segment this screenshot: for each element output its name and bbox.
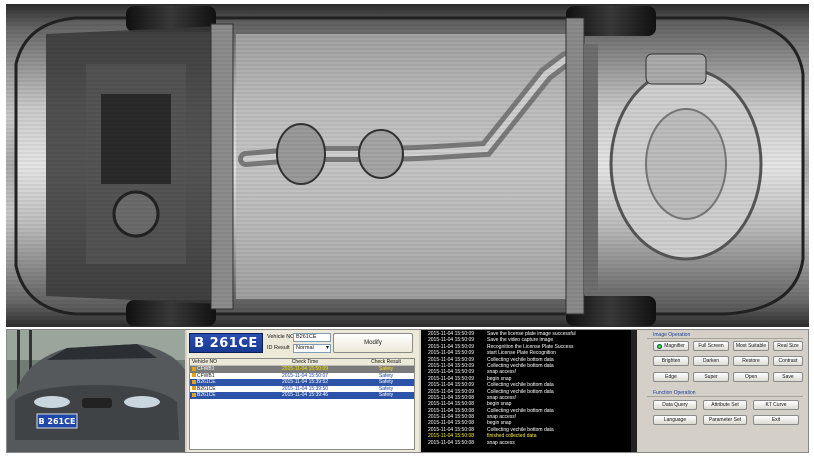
operation-panel: Image Operation Magnifier Full Screen Mo… [641,330,808,452]
table-header: Vehicle NO Check Time Check Result [190,359,414,366]
exit-button[interactable]: Exit [753,415,799,425]
event-log-rows: 2015-11-04 15:50:09 Save the license plat… [421,331,637,446]
open-button[interactable]: Open [733,372,769,382]
row-vehicle-no: CFWB1 [197,372,215,379]
id-result-value: Normal [296,345,314,351]
real-size-button[interactable]: Real Size [773,341,803,351]
id-result-label: ID Result [267,345,290,351]
vehicle-photo: B 261CE [7,330,185,452]
row-check-time: 2015-11-04 15:39:46 [281,392,329,398]
row-vehicle-no: B261CE [197,392,216,398]
image-operation-divider [647,338,803,339]
super-button[interactable]: Super [693,372,729,382]
brighten-button[interactable]: Brighten [653,356,689,366]
record-flag-icon [192,366,196,371]
darken-button[interactable]: Darken [693,356,729,366]
magnifier-indicator-icon [657,343,663,349]
modify-button[interactable]: Modify [333,333,413,353]
parameter-set-button[interactable]: Parameter Set [703,415,747,425]
attribute-set-button[interactable]: Attribute Set [703,400,747,410]
log-entry: 2015-11-04 15:50:08 snap access [421,440,637,446]
id-result-select[interactable]: Normal [293,344,331,353]
edge-button[interactable]: Edge [653,372,689,382]
magnifier-button[interactable]: Magnifier [653,341,689,351]
record-flag-icon [192,386,196,391]
plate-image: B 261CE [189,333,263,353]
vehicle-no-field[interactable]: B261CE [293,333,331,342]
magnifier-label: Magnifier [664,343,685,349]
row-vehicle-no: CFWB1 [197,366,215,372]
col-check-result[interactable]: Check Result [356,359,414,365]
row-check-result: Safety [378,392,394,398]
record-flag-icon [192,392,196,397]
undercarriage-scan-drawing [6,4,809,327]
language-button[interactable]: Language [653,415,697,425]
function-operation-divider [647,396,803,397]
full-screen-button[interactable]: Full Screen [693,341,729,351]
contrast-button[interactable]: Contrast [773,356,803,366]
undercarriage-scan-image[interactable] [6,4,809,327]
vehicle-no-label: Vehicle NO [267,334,295,340]
col-vehicle-no[interactable]: Vehicle NO [190,359,252,365]
kt-curve-button[interactable]: KT Curve [753,400,799,410]
row-vehicle-no: B261CE [197,385,216,392]
most-suitable-button[interactable]: Most Suitable [733,341,769,351]
event-log[interactable]: 2015-11-04 15:50:09 Save the license plat… [421,330,637,452]
row-vehicle-no: B261CE [197,379,216,385]
vehicle-detail-pane: B 261CE Vehicle NO B261CE ID Result Norm… [187,330,419,452]
log-scrollbar[interactable] [631,330,637,452]
log-message: snap access [487,439,515,446]
data-query-button[interactable]: Data Query [653,400,697,410]
vehicle-photo-drawing: B 261CE [7,330,185,452]
col-check-time[interactable]: Check Time [252,359,356,365]
save-button[interactable]: Save [773,372,803,382]
table-row[interactable]: B261CE 2015-11-04 15:39:46 Safety [190,392,414,399]
photo-plate-text: B 261CE [39,417,76,426]
control-panel: B 261CE B 261CE Vehicle NO B261CE ID Res… [6,329,809,453]
log-timestamp: 2015-11-04 15:50:08 [428,439,475,446]
record-flag-icon [192,379,196,384]
restore-button[interactable]: Restore [733,356,769,366]
check-records-table: Vehicle NO Check Time Check Result CFWB1… [189,358,415,450]
record-flag-icon [192,373,196,378]
